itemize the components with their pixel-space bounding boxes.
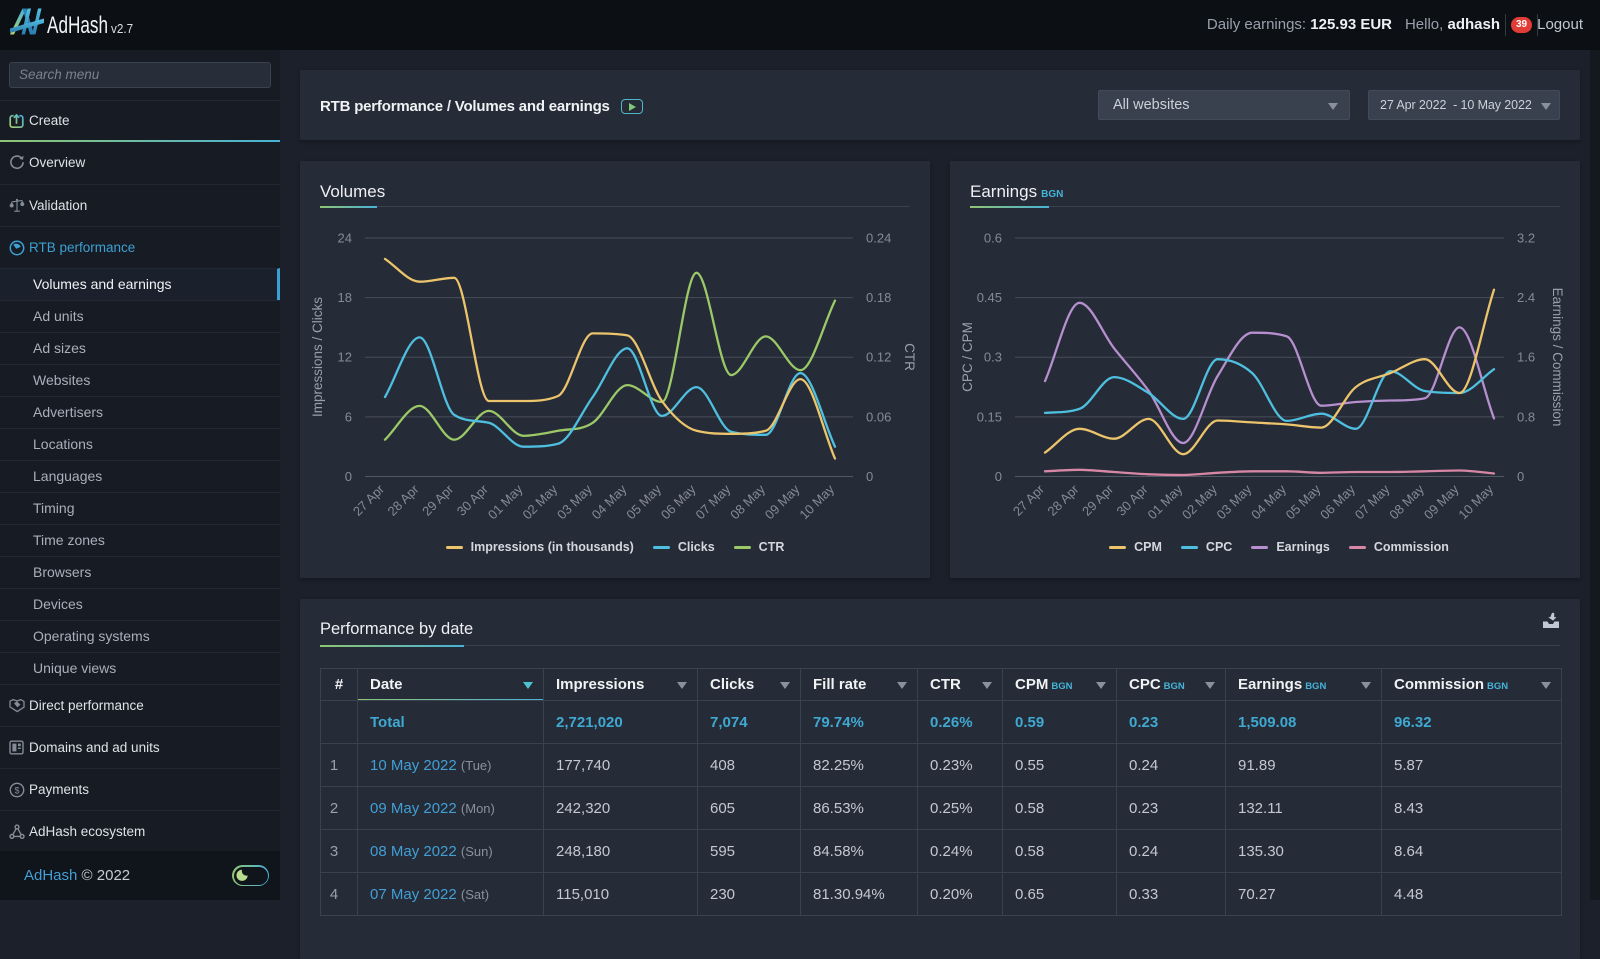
svg-text:$: $ — [14, 785, 19, 795]
